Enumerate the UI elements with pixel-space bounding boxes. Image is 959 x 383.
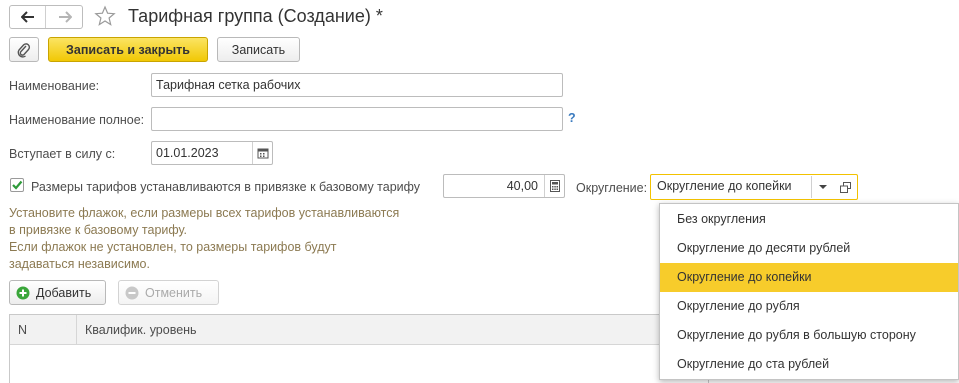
effective-date-value: 01.01.2023 — [156, 146, 219, 160]
effective-date-label: Вступает в силу с: — [9, 147, 116, 161]
base-tariff-input[interactable]: 40,00 — [443, 174, 565, 198]
rounding-label: Округление: — [576, 181, 648, 195]
navigation-group — [9, 5, 83, 29]
base-tariff-checkbox[interactable] — [10, 178, 24, 192]
attach-button[interactable] — [9, 37, 39, 62]
calendar-button[interactable] — [252, 142, 272, 164]
dropdown-option[interactable]: Без округления — [660, 205, 958, 234]
triangle-down-icon — [818, 185, 827, 189]
calendar-icon — [257, 148, 268, 159]
add-button[interactable]: Добавить — [9, 280, 106, 305]
rounding-dropdown-button[interactable] — [811, 176, 833, 198]
calculator-icon — [549, 180, 560, 192]
rounding-select[interactable]: Округление до копейки — [650, 174, 858, 200]
paperclip-icon — [17, 42, 31, 58]
base-tariff-hint: Установите флажок, если размеры всех тар… — [9, 205, 429, 273]
effective-date-input[interactable]: 01.01.2023 — [151, 141, 273, 165]
help-icon[interactable]: ? — [568, 111, 576, 125]
hint-line: задаваться независимо. — [9, 257, 150, 271]
dropdown-option[interactable]: Округление до ста рублей — [660, 350, 958, 379]
fullname-label: Наименование полное: — [9, 113, 145, 127]
name-label: Наименование: — [9, 79, 100, 93]
arrow-left-icon — [20, 11, 34, 23]
table-header: N Квалифик. уровень — [10, 315, 708, 345]
favorite-star-icon[interactable] — [94, 5, 116, 27]
calculator-button[interactable] — [544, 175, 564, 197]
rounding-dropdown-list: Без округления Округление до десяти рубл… — [659, 203, 959, 380]
rounding-open-button[interactable] — [835, 176, 855, 198]
minus-circle-icon — [125, 286, 139, 299]
hint-line: Установите флажок, если размеры всех тар… — [9, 206, 400, 220]
add-button-label: Добавить — [36, 285, 92, 300]
arrow-right-icon — [59, 11, 72, 23]
dropdown-option[interactable]: Округление до десяти рублей — [660, 234, 958, 263]
dropdown-option-selected[interactable]: Округление до копейки — [660, 263, 958, 292]
column-header-level[interactable]: Квалифик. уровень — [77, 315, 197, 345]
dropdown-option[interactable]: Округление до рубля — [660, 292, 958, 321]
open-window-icon — [839, 181, 851, 193]
column-header-n[interactable]: N — [10, 315, 77, 345]
forward-button[interactable] — [47, 6, 83, 28]
hint-line: в привязке к базовому тарифу. — [9, 223, 188, 237]
name-input[interactable]: Тарифная сетка рабочих — [151, 73, 563, 97]
plus-circle-icon — [16, 286, 30, 299]
hint-line: Если флажок не установлен, то размеры та… — [9, 240, 337, 254]
checkmark-icon — [12, 180, 23, 190]
back-button[interactable] — [10, 6, 46, 28]
save-button[interactable]: Записать — [217, 37, 300, 62]
cancel-button[interactable]: Отменить — [118, 280, 219, 305]
page-title: Тарифная группа (Создание) * — [128, 6, 383, 26]
base-tariff-value: 40,00 — [506, 179, 538, 193]
tariff-levels-table: N Квалифик. уровень — [9, 314, 709, 383]
base-tariff-label: Размеры тарифов устанавливаются в привяз… — [31, 180, 421, 194]
fullname-input[interactable] — [151, 107, 563, 131]
rounding-value: Округление до копейки — [657, 179, 792, 193]
cancel-button-label: Отменить — [145, 285, 203, 300]
save-and-close-button[interactable]: Записать и закрыть — [48, 37, 208, 62]
dropdown-option[interactable]: Округление до рубля в большую сторону — [660, 321, 958, 350]
